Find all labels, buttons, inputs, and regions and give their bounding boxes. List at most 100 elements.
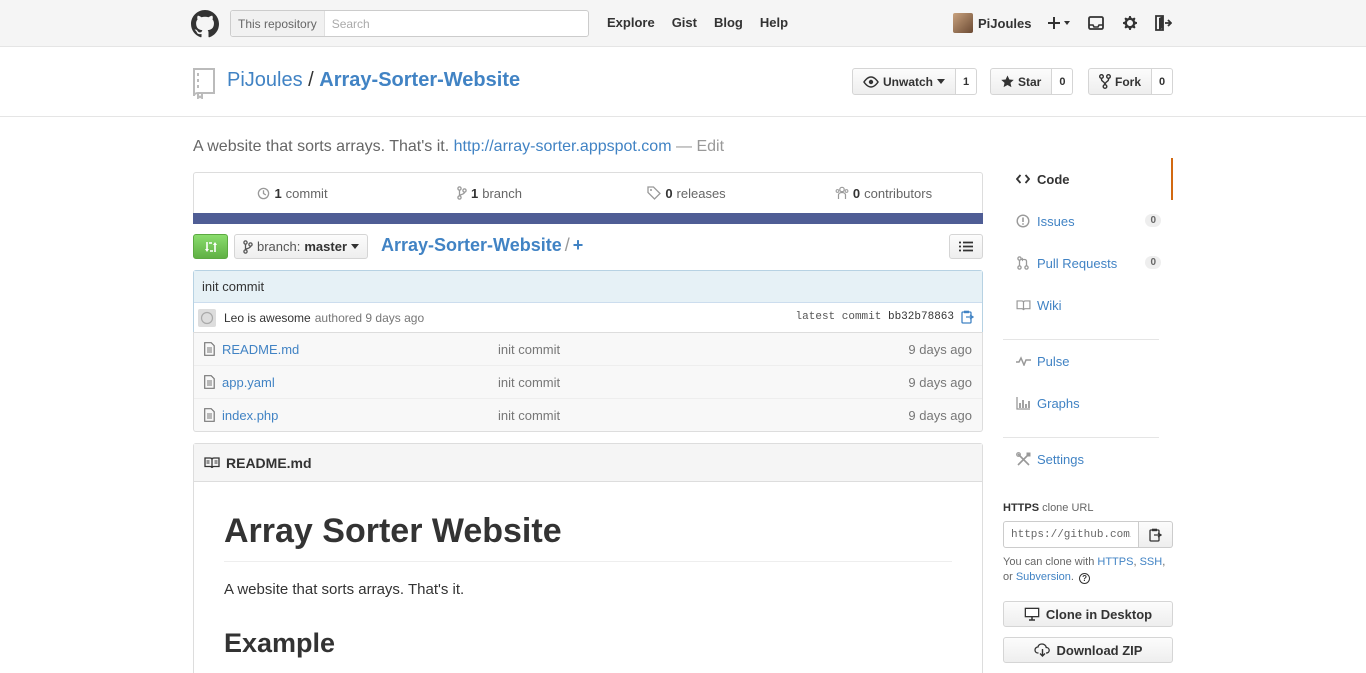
commits-summary[interactable]: 1 commit — [194, 186, 391, 201]
repo-title-separator: / — [308, 69, 314, 91]
language-bar[interactable] — [193, 213, 983, 224]
unwatch-button[interactable]: Unwatch — [852, 68, 957, 95]
list-icon — [959, 241, 973, 252]
gear-icon[interactable] — [1120, 13, 1140, 33]
file-age: 9 days ago — [908, 341, 972, 357]
latest-commit-info: latest commit bb32b78863 — [796, 311, 954, 323]
nav-help-link[interactable]: Help — [760, 15, 788, 30]
breadcrumb: Array-Sorter-Website / + — [381, 235, 583, 256]
star-button-group: Star 0 — [990, 68, 1074, 95]
clone-https-link[interactable]: HTTPS — [1097, 556, 1133, 568]
sidebar-divider — [1003, 424, 1159, 438]
file-name-link[interactable]: README.md — [222, 342, 299, 357]
sign-out-icon[interactable] — [1153, 13, 1173, 33]
header-nav: Explore Gist Blog Help — [607, 15, 788, 30]
sidebar-item-wiki[interactable]: Wiki — [1003, 284, 1173, 326]
commit-author[interactable]: Leo is awesome — [224, 311, 311, 325]
inbox-icon[interactable] — [1086, 13, 1106, 33]
file-commit-message[interactable]: init commit — [498, 375, 560, 390]
github-logo-icon[interactable] — [191, 10, 219, 38]
sidebar-item-issues[interactable]: Issues 0 — [1003, 200, 1173, 242]
branch-name: master — [304, 239, 348, 254]
clone-in-desktop-button[interactable]: Clone in Desktop — [1003, 601, 1173, 627]
contributors-summary[interactable]: 0 contributors — [785, 186, 982, 201]
readme-header: README.md — [194, 444, 982, 482]
homepage-link[interactable]: http://array-sorter.appspot.com — [454, 138, 672, 155]
releases-count: 0 — [665, 185, 673, 201]
stars-count[interactable]: 0 — [1052, 68, 1074, 95]
star-label: Star — [1018, 74, 1042, 89]
latest-commit-box: init commit Leo is awesome authored 9 da… — [193, 270, 983, 333]
pull-requests-count: 0 — [1145, 256, 1161, 269]
commit-sha-link[interactable]: bb32b78863 — [888, 311, 954, 323]
search-scope-label[interactable]: This repository — [231, 11, 325, 36]
repo-owner-link[interactable]: PiJoules — [227, 69, 303, 91]
repo-summary: 1 commit 1 branch 0 releases 0 contribut… — [193, 172, 983, 224]
readme-heading: Array Sorter Website — [224, 512, 952, 562]
avatar — [953, 13, 973, 33]
question-icon[interactable]: ? — [1079, 573, 1091, 584]
clone-url-input[interactable] — [1003, 521, 1139, 548]
repo-title: PiJoules / Array-Sorter-Website — [227, 69, 520, 92]
compare-button[interactable] — [193, 234, 228, 259]
sidebar-item-settings[interactable]: Settings — [1003, 438, 1173, 480]
sidebar-item-graphs[interactable]: Graphs — [1003, 382, 1173, 424]
edit-description-link[interactable]: Edit — [696, 138, 724, 155]
nav-blog-link[interactable]: Blog — [714, 15, 743, 30]
clone-ssh-link[interactable]: SSH — [1140, 556, 1163, 568]
clone-protocol: HTTPS — [1003, 502, 1040, 514]
sidebar-item-pulse[interactable]: Pulse — [1003, 340, 1173, 382]
description-text: A website that sorts arrays. That's it. — [193, 138, 450, 155]
breadcrumb-root-link[interactable]: Array-Sorter-Website — [381, 235, 562, 255]
breadcrumb-separator: / — [564, 235, 570, 255]
nav-explore-link[interactable]: Explore — [607, 15, 655, 30]
clone-url-caption: clone URL — [1042, 502, 1094, 514]
search-input[interactable] — [324, 11, 588, 36]
releases-summary[interactable]: 0 releases — [588, 186, 785, 201]
new-file-button[interactable]: + — [573, 235, 584, 255]
releases-label: releases — [676, 185, 726, 201]
description-dash: — — [675, 138, 692, 155]
readme-paragraph: A website that sorts arrays. That's it. — [224, 581, 465, 598]
username: PiJoules — [978, 15, 1032, 31]
view-list-button[interactable] — [949, 234, 983, 259]
avatar[interactable] — [198, 308, 216, 327]
readme-subheading: Example — [224, 628, 336, 658]
plus-icon[interactable] — [1048, 13, 1072, 33]
copy-clone-url-button[interactable] — [1139, 521, 1173, 548]
clone-subversion-link[interactable]: Subversion — [1016, 571, 1071, 583]
clone-help-prefix: You can clone with — [1003, 556, 1095, 568]
commit-title[interactable]: init commit — [194, 271, 982, 303]
file-name-link[interactable]: app.yaml — [222, 375, 275, 390]
compare-icon — [204, 241, 217, 252]
sidebar-item-pull-requests[interactable]: Pull Requests 0 — [1003, 242, 1173, 284]
sidebar-item-label: Code — [1037, 171, 1070, 187]
pull-request-icon — [1015, 256, 1031, 270]
file-commit-message[interactable]: init commit — [498, 342, 560, 357]
fork-button[interactable]: Fork — [1088, 68, 1153, 95]
nav-gist-link[interactable]: Gist — [672, 15, 697, 30]
star-button[interactable]: Star — [990, 68, 1053, 95]
sidebar-item-label: Pull Requests — [1037, 255, 1118, 271]
branch-selector[interactable]: branch: master — [234, 234, 369, 259]
eye-icon — [863, 75, 879, 88]
user-menu[interactable]: PiJoules — [953, 13, 1031, 33]
sidebar-item-code[interactable]: Code — [1003, 158, 1173, 200]
file-age: 9 days ago — [908, 374, 972, 390]
sidebar-item-label: Wiki — [1037, 297, 1062, 313]
branches-summary[interactable]: 1 branch — [391, 186, 588, 201]
file-name-link[interactable]: index.php — [222, 408, 278, 423]
clippy-icon[interactable] — [961, 310, 974, 324]
watchers-count[interactable]: 1 — [956, 68, 978, 95]
download-zip-button[interactable]: Download ZIP — [1003, 637, 1173, 663]
commits-label: commit — [285, 185, 328, 201]
forks-count[interactable]: 0 — [1152, 68, 1174, 95]
sidebar-item-label: Pulse — [1037, 353, 1070, 369]
repo-name-link[interactable]: Array-Sorter-Website — [319, 69, 520, 91]
file-list: README.md init commit 9 days ago app.yam… — [193, 332, 983, 432]
file-commit-message[interactable]: init commit — [498, 408, 560, 423]
tools-icon — [1015, 451, 1031, 467]
branch-prefix: branch: — [257, 239, 301, 254]
tag-icon — [647, 186, 662, 200]
file-row: README.md init commit 9 days ago — [194, 332, 982, 365]
